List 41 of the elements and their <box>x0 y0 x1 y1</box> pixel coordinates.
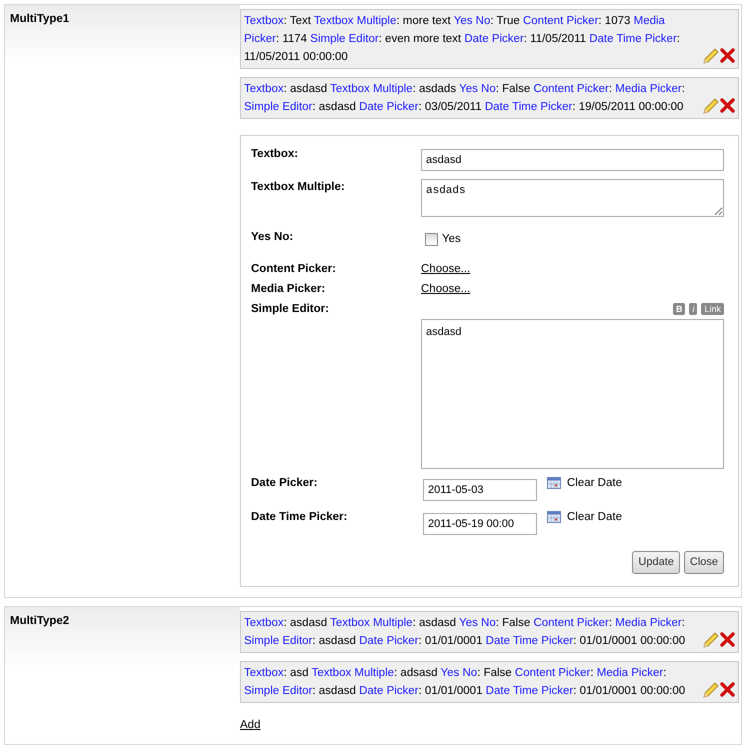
field-label: Date Picker: <box>251 476 318 491</box>
field-label: Textbox Multiple: <box>251 180 346 195</box>
delete-icon[interactable] <box>720 682 735 696</box>
italic-button[interactable]: i <box>689 303 698 315</box>
text-field[interactable]: asdasd <box>421 149 724 171</box>
field-label: Date Time Picker: <box>251 510 348 525</box>
entry-text: Textbox: asdasd Textbox Multiple: asdasd Yes No: False Content Picker: Media Picker: Simple Editor: asdasd Date Picker: 01/01/0001 Date Time Picker: 01/01/0001 00:00:00 <box>244 616 686 648</box>
section-title: MultiType2 <box>10 614 70 628</box>
edit-icon[interactable] <box>702 632 719 648</box>
clear-date-link[interactable]: Clear Date <box>567 509 622 526</box>
add-link[interactable]: Add <box>240 718 260 730</box>
edit-icon[interactable] <box>702 98 719 115</box>
edit-icon[interactable] <box>702 48 719 65</box>
field-label: Textbox: <box>251 147 300 162</box>
field-label: Yes No: <box>251 230 294 246</box>
field-label: Media Picker: <box>251 282 326 297</box>
delete-icon[interactable] <box>720 98 735 113</box>
checkbox-label: Yes <box>442 232 461 248</box>
field-label: Content Picker: <box>251 262 337 276</box>
calendar-icon[interactable] <box>547 476 561 489</box>
close-button[interactable]: Close <box>684 551 724 574</box>
choose-link[interactable]: Choose... <box>421 262 470 274</box>
update-button[interactable]: Update <box>632 551 680 574</box>
entry-text: Textbox: Text Textbox Multiple: more text Yes No: True Content Picker: 1073 Media Picker: 1174 Simple Editor: even more text Date Picker: 11/05/2011 Date Time Picker: 11/05/2011 00:00:00 <box>244 14 681 65</box>
bold-button[interactable]: B <box>672 303 686 315</box>
delete-icon[interactable] <box>720 48 735 63</box>
section-title: MultiType1 <box>10 12 70 27</box>
field-label: Simple Editor: <box>251 302 330 317</box>
date-field[interactable]: 2011-05-19 00:00 <box>423 513 537 535</box>
checkbox[interactable] <box>425 233 438 246</box>
entry-text: Textbox: asdasd Textbox Multiple: asdads Yes No: False Content Picker: Media Picker: Simple Editor: asdasd Date Picker: 03/05/2011 Date Time Picker: 19/05/2011 00:00:00 <box>244 82 686 115</box>
entry-text: Textbox: asd Textbox Multiple: adsasd Yes No: False Content Picker: Media Picker: Simple Editor: asdasd Date Picker: 01/01/0001 Date Time Picker: 01/01/0001 00:00:00 <box>244 666 686 698</box>
delete-icon[interactable] <box>720 632 735 646</box>
textarea-field[interactable]: asdads <box>421 179 724 217</box>
edit-icon[interactable] <box>702 682 719 698</box>
link-button[interactable]: Link <box>701 303 724 315</box>
clear-date-link[interactable]: Clear Date <box>567 475 622 492</box>
date-field[interactable]: 2011-05-03 <box>423 479 537 501</box>
choose-link[interactable]: Choose... <box>421 282 470 295</box>
calendar-icon[interactable] <box>547 510 561 523</box>
rich-text-editor[interactable]: asdasd <box>421 319 724 469</box>
